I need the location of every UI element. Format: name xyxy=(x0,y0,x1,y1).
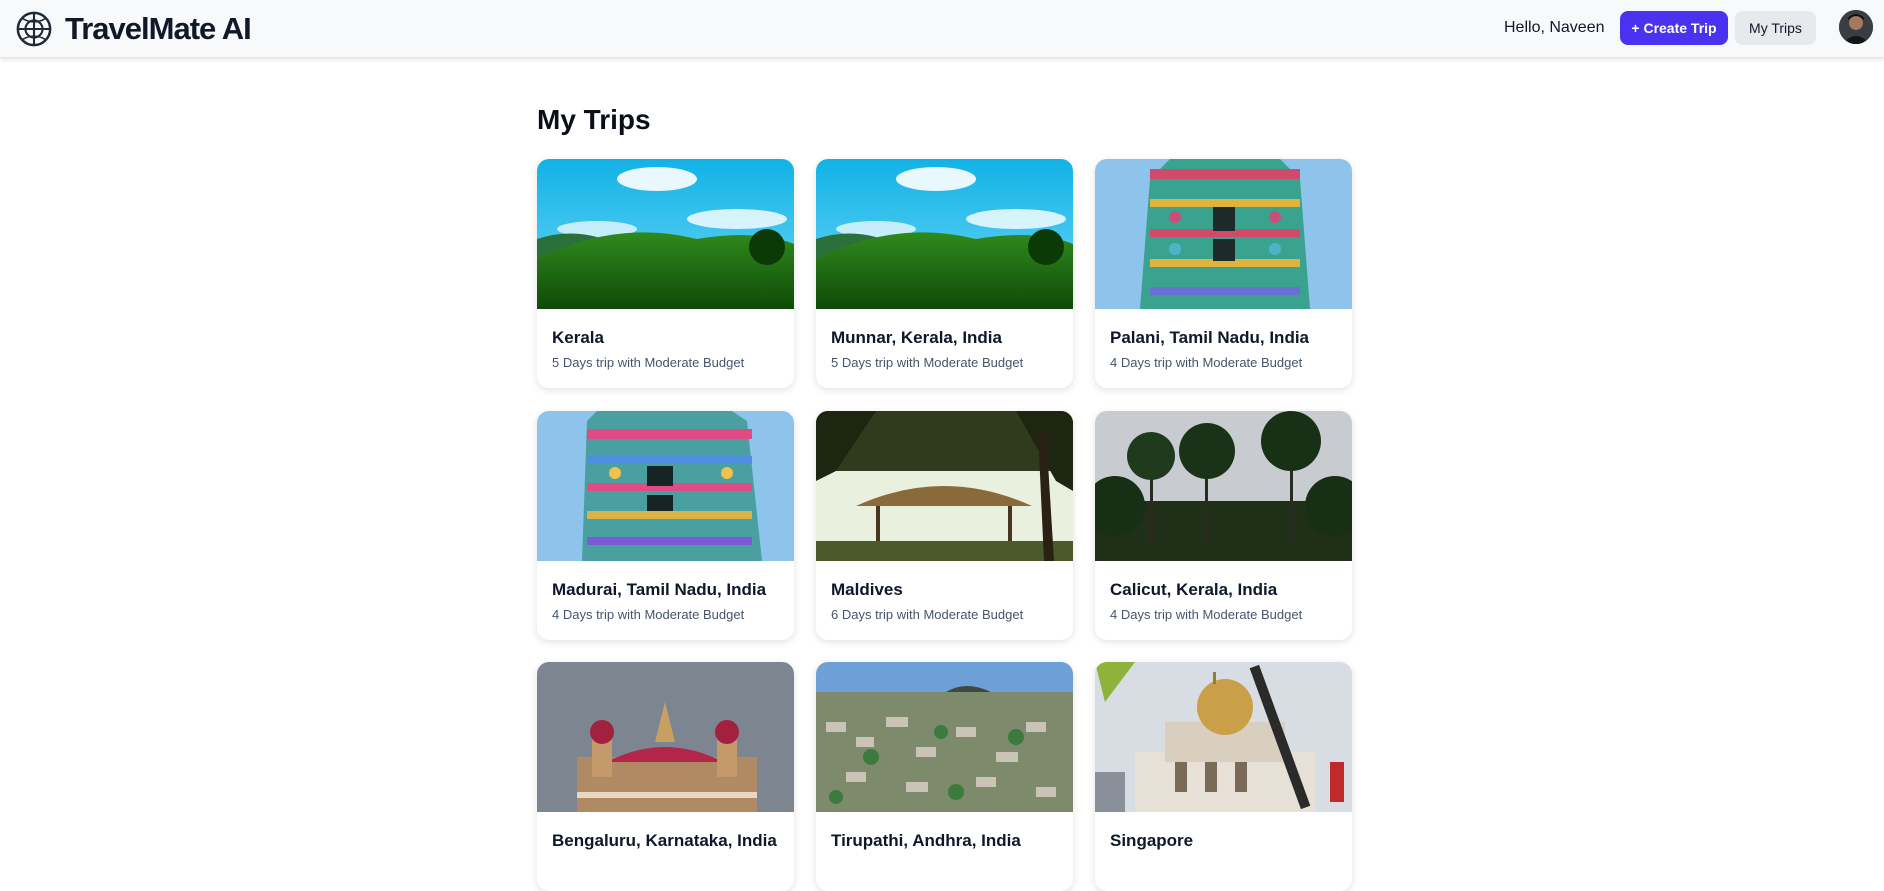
trip-title: Munnar, Kerala, India xyxy=(831,328,1002,347)
trip-image xyxy=(1095,159,1352,309)
globe-icon xyxy=(16,11,52,47)
create-trip-button[interactable]: + Create Trip xyxy=(1620,11,1728,45)
trip-title: Maldives xyxy=(831,580,903,599)
trip-title: Tirupathi, Andhra, India xyxy=(831,831,1021,850)
trip-image xyxy=(537,662,794,812)
trip-image xyxy=(537,411,794,561)
trip-image xyxy=(1095,662,1352,812)
trip-image xyxy=(816,662,1073,812)
trip-card[interactable]: Kerala 5 Days trip with Moderate Budget xyxy=(537,159,794,388)
trip-card[interactable]: Singapore xyxy=(1095,662,1352,891)
trip-title: Calicut, Kerala, India xyxy=(1110,580,1278,599)
trip-card[interactable]: Maldives 6 Days trip with Moderate Budge… xyxy=(816,411,1073,640)
trip-card[interactable]: Calicut, Kerala, India 4 Days trip with … xyxy=(1095,411,1352,640)
trip-subtitle: 6 Days trip with Moderate Budget xyxy=(831,607,1024,622)
page-title: My Trips xyxy=(537,104,651,135)
user-avatar-icon xyxy=(1839,10,1873,44)
trip-card[interactable]: Madurai, Tamil Nadu, India 4 Days trip w… xyxy=(537,411,794,640)
trip-title: Palani, Tamil Nadu, India xyxy=(1110,328,1310,347)
trip-card[interactable]: Bengaluru, Karnataka, India xyxy=(537,662,794,891)
trip-subtitle: 4 Days trip with Moderate Budget xyxy=(1110,607,1303,622)
user-avatar[interactable] xyxy=(1839,10,1873,44)
trip-title: Kerala xyxy=(552,328,604,347)
trip-subtitle: 4 Days trip with Moderate Budget xyxy=(552,607,745,622)
trip-image xyxy=(537,159,794,309)
trip-title: Madurai, Tamil Nadu, India xyxy=(552,580,767,599)
trip-image xyxy=(816,411,1073,561)
brand[interactable]: TravelMate AI xyxy=(15,9,252,49)
my-trips-button[interactable]: My Trips xyxy=(1735,11,1816,45)
user-greeting: Hello, Naveen xyxy=(1504,19,1605,36)
trip-subtitle: 5 Days trip with Moderate Budget xyxy=(831,355,1024,370)
trip-subtitle: 5 Days trip with Moderate Budget xyxy=(552,355,745,370)
trip-subtitle: 4 Days trip with Moderate Budget xyxy=(1110,355,1303,370)
trip-title: Bengaluru, Karnataka, India xyxy=(552,831,777,850)
trip-card[interactable]: Palani, Tamil Nadu, India 4 Days trip wi… xyxy=(1095,159,1352,388)
trip-card[interactable]: Tirupathi, Andhra, India xyxy=(816,662,1073,891)
top-navbar: TravelMate AI Hello, Naveen + Create Tri… xyxy=(0,0,1884,58)
trip-title: Singapore xyxy=(1110,831,1194,850)
trip-card[interactable]: Munnar, Kerala, India 5 Days trip with M… xyxy=(816,159,1073,388)
trip-image xyxy=(816,159,1073,309)
brand-name: TravelMate AI xyxy=(65,11,252,46)
trip-image xyxy=(1095,411,1352,561)
